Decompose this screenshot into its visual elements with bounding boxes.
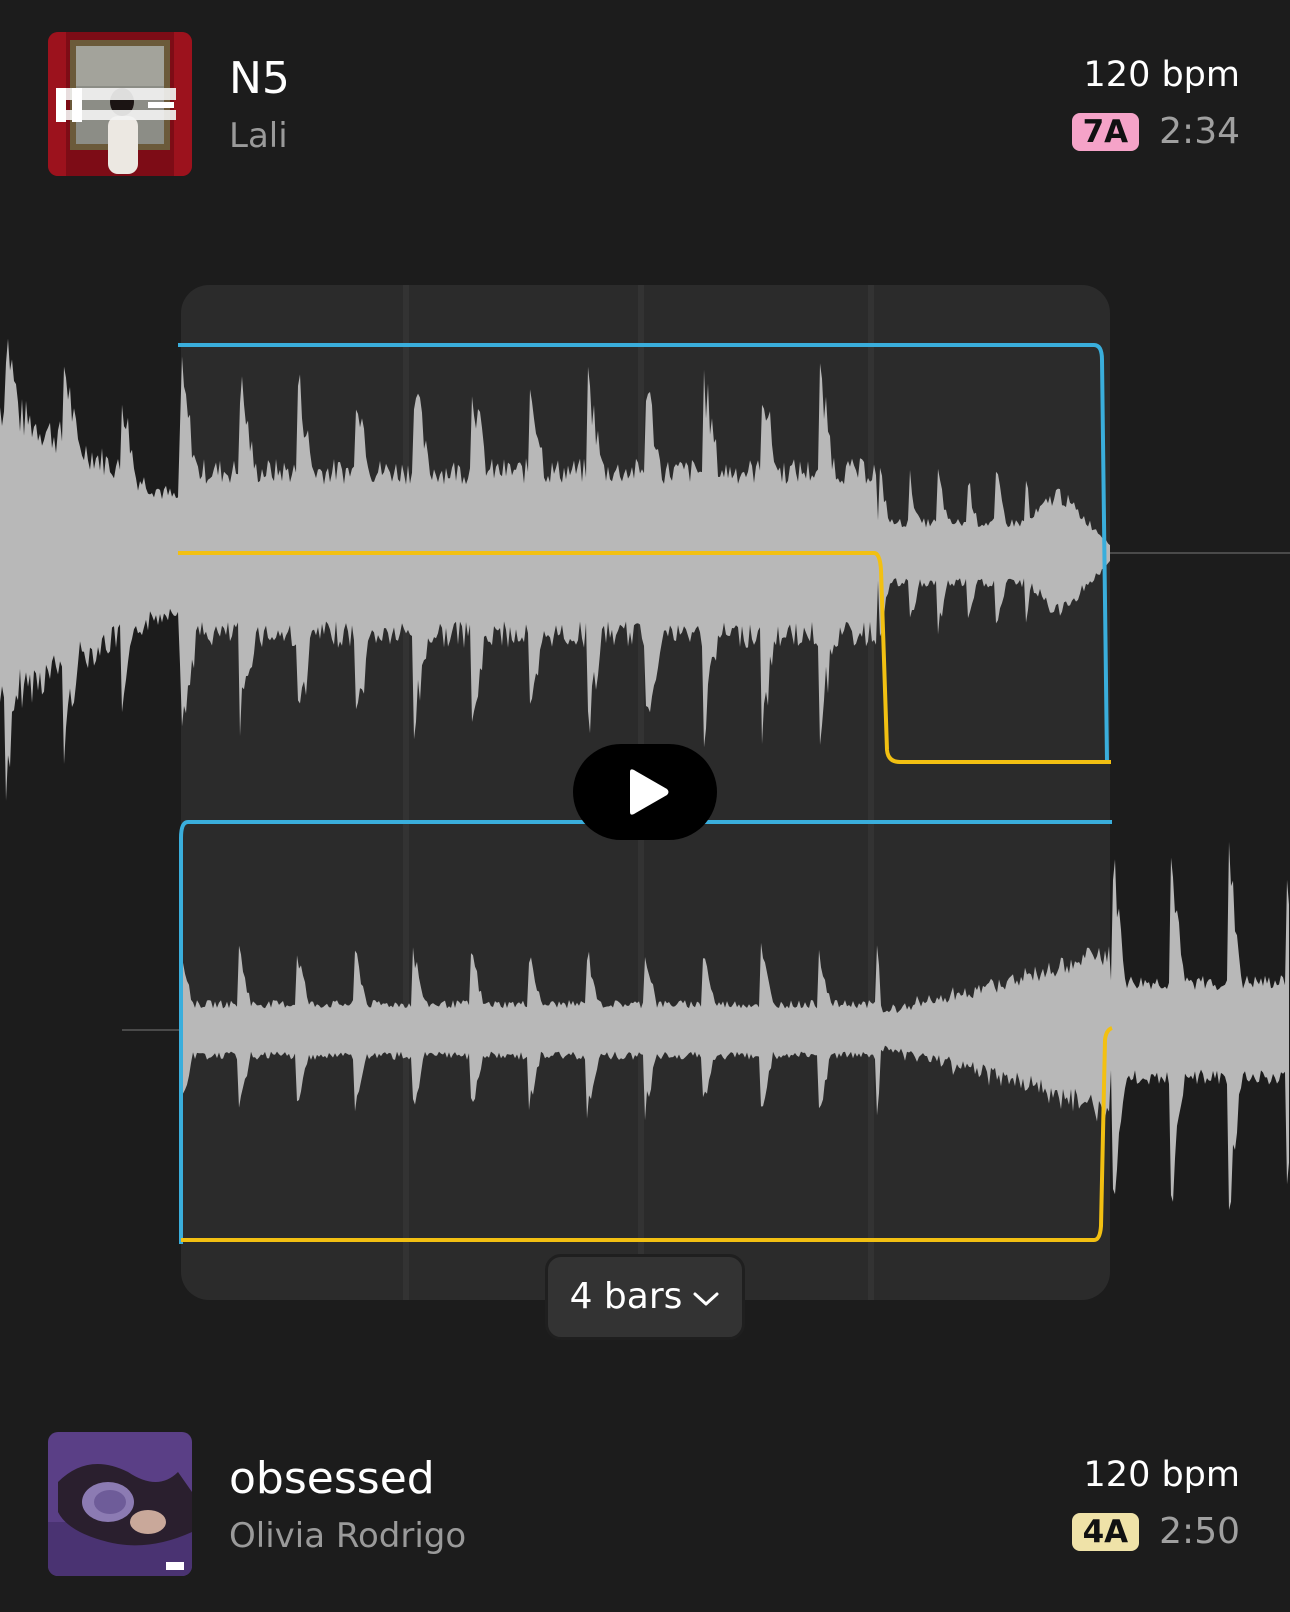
chevron-down-icon (692, 1286, 720, 1308)
track-bpm: 120 bpm (1083, 1455, 1240, 1495)
bar-divider (403, 285, 409, 1300)
bar-divider (868, 285, 874, 1300)
bars-dropdown[interactable]: 4 bars (545, 1254, 745, 1340)
track-title: obsessed (229, 1453, 435, 1504)
play-button[interactable] (573, 744, 717, 840)
album-cover-obsessed-icon (48, 1432, 192, 1576)
waveform-outgoing-silence (1110, 552, 1290, 554)
key-badge: 4A (1071, 1513, 1140, 1551)
play-icon (630, 769, 669, 815)
waveform-incoming-silence (122, 1029, 182, 1031)
bars-label: 4 bars (569, 1276, 683, 1317)
track-meta: 4A 2:50 (1071, 1511, 1240, 1552)
track-row-incoming[interactable]: obsessed Olivia Rodrigo 120 bpm 4A 2:50 (0, 1430, 1290, 1580)
track-artist: Olivia Rodrigo (229, 1516, 467, 1556)
track-duration: 2:50 (1159, 1511, 1240, 1552)
